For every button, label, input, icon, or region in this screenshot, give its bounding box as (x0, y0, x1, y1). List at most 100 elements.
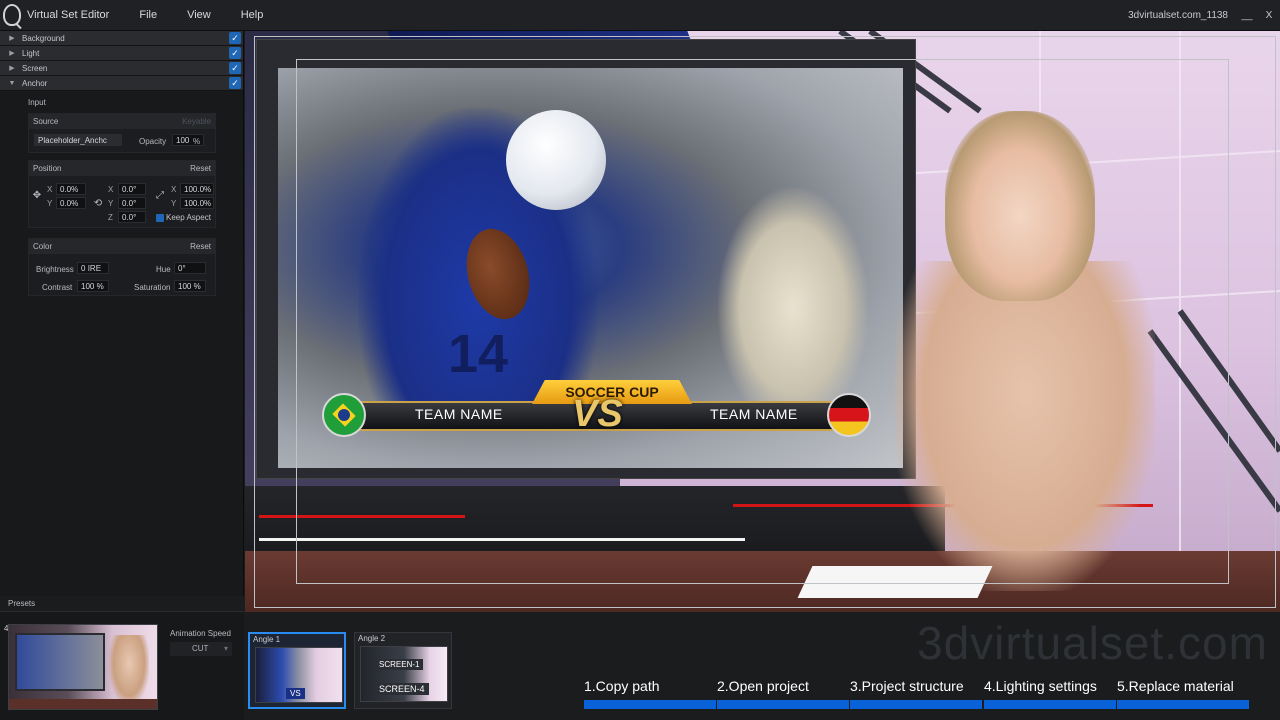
step-1-label: 1.Copy path (584, 678, 660, 694)
step-1: 1.Copy path (584, 676, 717, 710)
move-icon: ✥ (32, 189, 42, 201)
saturation-value: 100 (178, 281, 192, 291)
hue-value: 0° (178, 263, 186, 273)
color-header: Color Reset (29, 239, 215, 254)
contrast-label: Contrast (42, 283, 73, 292)
color-reset-button[interactable]: Reset (190, 242, 211, 251)
project-name: 3dvirtualset.com_1138 (1128, 10, 1228, 21)
move-x-label: X (47, 185, 53, 194)
keyable-toggle[interactable]: Keyable (182, 117, 211, 126)
scale-y-label: Y (171, 199, 177, 208)
presets-label: Presets (8, 599, 36, 608)
tutorial-steps: 1.Copy path 2.Open project 3.Project str… (584, 676, 1250, 712)
angle-2-image: SCREEN-1 SCREEN-4 (360, 646, 448, 702)
angle-2-screen-text-bottom: SCREEN-4 (375, 683, 429, 695)
angle-1-image: VS (255, 647, 343, 703)
input-label: Input (28, 98, 46, 107)
rot-z-value: 0.0° (122, 212, 137, 222)
app-logo-icon (3, 4, 21, 26)
presets-header: Presets (0, 596, 244, 612)
scale-x-value: 100.0% (184, 184, 212, 194)
rot-x-field[interactable]: 0.0° (118, 183, 146, 195)
animation-speed-value: CUT (192, 644, 209, 653)
checkbox-screen[interactable]: ✓ (229, 62, 241, 74)
rotate-icon: ⟲ (93, 197, 103, 209)
hue-field[interactable]: 0° (174, 262, 206, 274)
source-select-value: Placeholder_Anchc (38, 135, 107, 145)
position-header: Position Reset (29, 161, 215, 176)
brightness-field[interactable]: 0 IRE (77, 262, 109, 274)
title-bar: Virtual Set Editor File View Help 3dvirt… (0, 0, 1280, 31)
saturation-unit: % (193, 281, 201, 291)
preset-thumbnail[interactable] (8, 624, 158, 710)
keep-aspect-label: Keep Aspect (166, 213, 211, 222)
angle-1-thumb[interactable]: Angle 1 VS (248, 632, 346, 709)
checkbox-light[interactable]: ✓ (229, 47, 241, 59)
menu-file[interactable]: File (139, 9, 157, 21)
menu-help[interactable]: Help (241, 9, 264, 21)
angle-2-thumb[interactable]: Angle 2 SCREEN-1 SCREEN-4 (354, 632, 452, 709)
menu-view[interactable]: View (187, 9, 211, 21)
step-3-label: 3.Project structure (850, 678, 964, 694)
scale-y-value: 100.0% (184, 198, 212, 208)
contrast-value: 100 (81, 281, 95, 291)
saturation-label: Saturation (134, 283, 171, 292)
move-y-field[interactable]: 0.0% (56, 197, 86, 209)
animation-speed-select[interactable]: CUT ▾ (170, 642, 232, 656)
step-4: 4.Lighting settings (984, 676, 1117, 710)
keep-aspect-checkbox[interactable] (156, 214, 164, 222)
section-background[interactable]: ▶ Background ✓ (0, 31, 243, 46)
step-3-bar (850, 700, 982, 709)
studio-viewport[interactable]: 14 SOCCER CUP TEAM NAME VS TEAM NAME (245, 31, 1280, 612)
preset-thumb-desk (9, 699, 157, 709)
step-2: 2.Open project (717, 676, 850, 710)
section-label: Light (22, 48, 40, 58)
step-5-bar (1117, 700, 1249, 709)
scale-x-label: X (171, 185, 177, 194)
section-anchor[interactable]: ▼ Anchor ✓ (0, 76, 243, 91)
rot-x-value: 0.0° (122, 184, 137, 194)
contrast-field[interactable]: 100 % (77, 280, 109, 292)
angle-1-label: Angle 1 (253, 635, 281, 644)
scale-x-field[interactable]: 100.0% (180, 183, 214, 195)
rot-z-field[interactable]: 0.0° (118, 211, 146, 223)
angle-2-screen-text-top: SCREEN-1 (375, 659, 424, 670)
move-y-value: 0.0% (60, 198, 79, 208)
checkbox-background[interactable]: ✓ (229, 32, 241, 44)
step-4-label: 4.Lighting settings (984, 678, 1097, 694)
step-5: 5.Replace material (1117, 676, 1250, 710)
move-y-label: Y (47, 199, 53, 208)
animation-speed-label: Animation Speed (170, 629, 231, 638)
position-reset-button[interactable]: Reset (190, 164, 211, 173)
source-select[interactable]: Placeholder_Anchc (34, 134, 122, 146)
source-header: Source Keyable (29, 114, 215, 129)
checkbox-anchor[interactable]: ✓ (229, 77, 241, 89)
position-title: Position (33, 164, 62, 173)
chevron-right-icon: ▶ (9, 65, 15, 72)
app-title: Virtual Set Editor (27, 9, 110, 21)
move-x-field[interactable]: 0.0% (56, 183, 86, 195)
chevron-right-icon: ▶ (9, 35, 15, 42)
contrast-unit: % (96, 281, 104, 291)
close-button[interactable]: X (1258, 0, 1280, 31)
preset-thumb-screen (15, 633, 105, 691)
angle-2-label: Angle 2 (358, 634, 386, 643)
saturation-field[interactable]: 100 % (174, 280, 206, 292)
rot-y-field[interactable]: 0.0° (118, 197, 146, 209)
section-label: Screen (22, 63, 48, 73)
safe-frame-inner (296, 59, 1229, 584)
step-4-bar (984, 700, 1116, 709)
hue-label: Hue (156, 265, 171, 274)
chevron-right-icon: ▶ (9, 50, 15, 57)
brightness-value: 0 (81, 263, 86, 273)
rot-y-label: Y (108, 199, 114, 208)
opacity-value: 100 (176, 135, 190, 145)
section-light[interactable]: ▶ Light ✓ (0, 46, 243, 61)
rot-y-value: 0.0° (122, 198, 137, 208)
minimize-button[interactable]: __ (1236, 0, 1258, 31)
opacity-label: Opacity (139, 137, 167, 146)
scale-y-field[interactable]: 100.0% (180, 197, 214, 209)
section-screen[interactable]: ▶ Screen ✓ (0, 61, 243, 76)
window-controls: 3dvirtualset.com_1138 __ X (1128, 0, 1280, 31)
rot-x-label: X (108, 185, 114, 194)
